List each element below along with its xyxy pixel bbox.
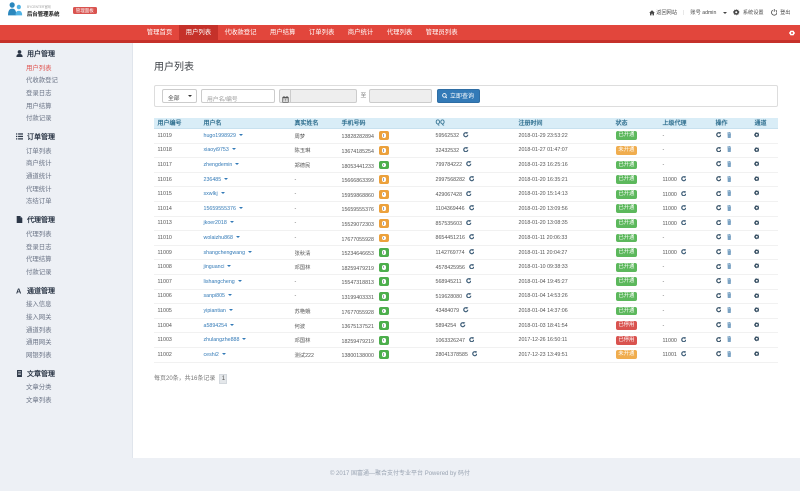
svg-text:A: A (16, 287, 22, 294)
